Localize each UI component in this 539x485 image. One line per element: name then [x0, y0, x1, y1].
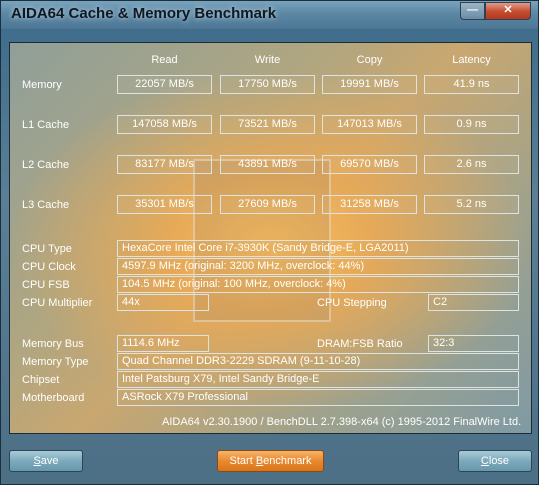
start-benchmark-button[interactable]: Start Benchmark — [217, 450, 324, 472]
cpu-multiplier-label: CPU Multiplier — [22, 297, 93, 309]
cpu-clock-label: CPU Clock — [22, 261, 76, 273]
l1-write-value: 73521 MB/s — [220, 115, 315, 134]
row-label-l3: L3 Cache — [22, 199, 70, 211]
memory-bus-label: Memory Bus — [22, 338, 84, 350]
l1-copy-value: 147013 MB/s — [322, 115, 417, 134]
row-label-l1: L1 Cache — [22, 119, 70, 131]
l2-copy-value: 69570 MB/s — [322, 155, 417, 174]
cpu-clock-value: 4597.9 MHz (original: 3200 MHz, overcloc… — [117, 258, 519, 275]
row-label-l2: L2 Cache — [22, 159, 70, 171]
memory-bus-value: 1114.6 MHz — [117, 335, 209, 352]
title-bar: AIDA64 Cache & Memory Benchmark — ✕ — [1, 1, 538, 29]
cpu-fsb-value: 104.5 MHz (original: 100 MHz, overclock:… — [117, 276, 519, 293]
cpu-stepping-value: C2 — [428, 294, 519, 311]
header-latency: Latency — [452, 54, 491, 66]
cpu-type-label: CPU Type — [22, 243, 72, 255]
close-button[interactable]: Close — [458, 450, 532, 472]
memory-latency-value: 41.9 ns — [424, 75, 519, 94]
cpu-stepping-label: CPU Stepping — [317, 297, 387, 309]
close-label: lose — [488, 455, 510, 467]
memory-type-label: Memory Type — [22, 356, 89, 368]
cpu-multiplier-value: 44x — [117, 294, 209, 311]
memory-type-value: Quad Channel DDR3-2229 SDRAM (9-11-10-28… — [117, 353, 519, 370]
l1-latency-value: 0.9 ns — [424, 115, 519, 134]
header-write: Write — [254, 54, 281, 66]
l1-read-value: 147058 MB/s — [117, 115, 212, 134]
l3-read-value: 35301 MB/s — [117, 195, 212, 214]
close-accel: C — [480, 455, 489, 467]
l2-latency-value: 2.6 ns — [424, 155, 519, 174]
header-copy: Copy — [356, 54, 383, 66]
cpu-fsb-label: CPU FSB — [22, 279, 70, 291]
start-label-rest: enchmark — [263, 455, 312, 467]
motherboard-value: ASRock X79 Professional — [117, 389, 519, 406]
header-read: Read — [151, 54, 178, 66]
memory-copy-value: 19991 MB/s — [322, 75, 417, 94]
minimize-button[interactable]: — — [460, 2, 485, 20]
dram-ratio-value: 32:3 — [428, 335, 519, 352]
row-label-memory: Memory — [22, 79, 62, 91]
motherboard-label: Motherboard — [22, 392, 85, 404]
cpu-type-value: HexaCore Intel Core i7-3930K (Sandy Brid… — [117, 240, 519, 257]
chipset-label: Chipset — [22, 374, 60, 386]
close-window-button[interactable]: ✕ — [485, 2, 531, 20]
l3-copy-value: 31258 MB/s — [322, 195, 417, 214]
l3-write-value: 27609 MB/s — [220, 195, 315, 214]
dram-ratio-label: DRAM:FSB Ratio — [317, 338, 403, 350]
chipset-value: Intel Patsburg X79, Intel Sandy Bridge-E — [117, 371, 519, 388]
save-accel: S — [33, 455, 41, 467]
l2-write-value: 43891 MB/s — [220, 155, 315, 174]
memory-write-value: 17750 MB/s — [220, 75, 315, 94]
l3-latency-value: 5.2 ns — [424, 195, 519, 214]
benchmark-window: AIDA64 Cache & Memory Benchmark — ✕ Read… — [0, 0, 539, 485]
l2-read-value: 83177 MB/s — [117, 155, 212, 174]
save-label: ave — [40, 455, 59, 467]
memory-read-value: 22057 MB/s — [117, 75, 212, 94]
start-label-prefix: Start — [229, 455, 256, 467]
version-footer: AIDA64 v2.30.1900 / BenchDLL 2.7.398-x64… — [162, 416, 522, 428]
save-button[interactable]: Save — [9, 450, 83, 472]
window-title: AIDA64 Cache & Memory Benchmark — [11, 5, 277, 22]
